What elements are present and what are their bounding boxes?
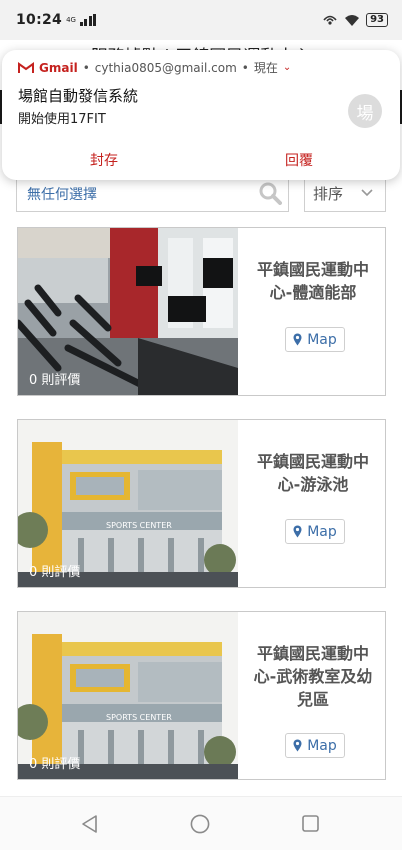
venue-card[interactable]: SPORTS CENTER 0 則評價 平鎮國民運動中心-游泳池 Map <box>17 419 386 588</box>
sort-label: 排序 <box>313 185 344 203</box>
gmail-icon <box>18 61 34 73</box>
venue-photo: SPORTS CENTER 0 則評價 <box>18 612 238 779</box>
venue-card[interactable]: 0 則評價 平鎮國民運動中心-體適能部 Map <box>17 227 386 396</box>
sender-avatar: 場 <box>348 94 382 128</box>
home-icon[interactable] <box>190 814 210 834</box>
photo-sign-text: SPORTS CENTER <box>106 713 172 722</box>
venue-name[interactable]: 平鎮國民運動中心-體適能部 <box>248 258 378 304</box>
notification-app-name: Gmail <box>39 60 78 75</box>
search-icon[interactable] <box>258 181 282 205</box>
chevron-down-icon <box>361 189 373 197</box>
status-right: 93 <box>322 13 388 27</box>
network-type-icon: 4G <box>66 16 76 24</box>
status-time: 10:24 <box>16 12 63 28</box>
map-label: Map <box>307 331 337 348</box>
notification-time: 現在 <box>253 61 278 75</box>
venue-photo: SPORTS CENTER 0 則評價 <box>18 420 238 587</box>
venue-name[interactable]: 平鎮國民運動中心-武術教室及幼兒區 <box>248 642 378 711</box>
review-count: 0 則評價 <box>29 757 81 772</box>
map-label: Map <box>307 523 337 540</box>
recent-apps-icon[interactable] <box>302 815 319 832</box>
battery-icon: 93 <box>366 13 388 27</box>
notification-account: cythia0805@gmail.com <box>94 60 237 75</box>
search-value: 無任何選擇 <box>27 187 97 203</box>
map-pin-icon <box>293 525 302 538</box>
map-button[interactable]: Map <box>285 519 345 544</box>
signal-icon <box>79 14 97 26</box>
photo-sign-text: SPORTS CENTER <box>106 521 172 530</box>
gmail-notification[interactable]: Gmail • cythia0805@gmail.com • 現在 ⌄ 場館自動… <box>2 50 400 180</box>
expand-chevron-icon[interactable]: ⌄ <box>283 62 291 73</box>
review-count: 0 則評價 <box>29 565 81 580</box>
system-nav-bar <box>0 796 402 850</box>
map-pin-icon <box>293 739 302 752</box>
separator-dot: • <box>82 60 90 75</box>
notification-header: Gmail • cythia0805@gmail.com • 現在 ⌄ <box>18 59 291 76</box>
venue-name[interactable]: 平鎮國民運動中心-游泳池 <box>248 450 378 496</box>
review-count: 0 則評價 <box>29 373 81 388</box>
separator-dot: • <box>241 60 249 75</box>
wifi-icon <box>345 15 360 26</box>
status-bar: 10:24 4G 93 <box>0 0 402 40</box>
map-button[interactable]: Map <box>285 327 345 352</box>
back-icon[interactable] <box>81 814 99 834</box>
map-pin-icon <box>293 333 302 346</box>
notification-message: 開始使用17FIT <box>18 112 106 127</box>
archive-button[interactable]: 封存 <box>90 150 118 170</box>
reply-button[interactable]: 回覆 <box>285 150 313 170</box>
map-label: Map <box>307 737 337 754</box>
status-left: 10:24 4G <box>16 12 97 28</box>
map-button[interactable]: Map <box>285 733 345 758</box>
venue-photo: 0 則評價 <box>18 228 238 395</box>
notification-sender: 場館自動發信系統 <box>18 87 139 105</box>
hotspot-icon <box>323 15 337 25</box>
venue-card[interactable]: SPORTS CENTER 0 則評價 平鎮國民運動中心-武術教室及幼兒區 Ma… <box>17 611 386 780</box>
